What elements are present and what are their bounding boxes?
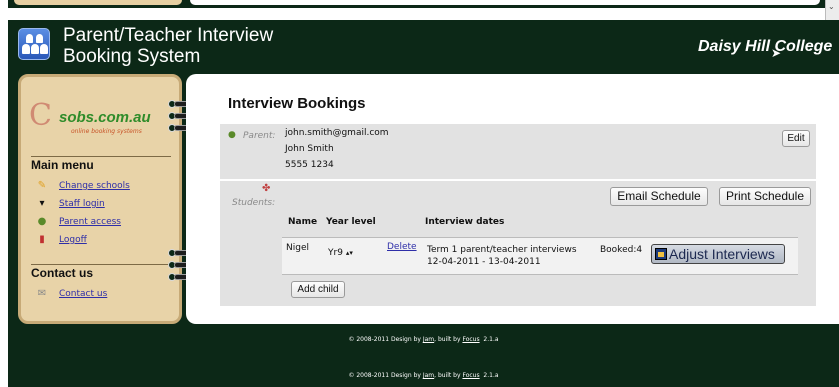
logoff-door-icon: ▮: [39, 234, 45, 245]
people-logo-icon: [18, 28, 50, 60]
footer-version: 2.1.a: [483, 372, 499, 379]
adjust-interviews-label: Adjust Interviews: [669, 246, 775, 262]
footer-prefix: © 2008-2011 Design by: [348, 336, 423, 343]
year-level-value: Yr9: [328, 248, 343, 258]
sidebar-item-label[interactable]: Logoff: [59, 235, 87, 245]
adjust-interviews-button[interactable]: Adjust Interviews: [651, 244, 785, 264]
mouse-cursor-icon: ➤: [771, 46, 782, 60]
footer-design-link[interactable]: Jam: [423, 372, 434, 379]
main-menu-heading: Main menu: [31, 158, 94, 172]
sidebar: C sobs.com.au online booking systems Mai…: [18, 74, 182, 324]
footer-built-link[interactable]: Focus: [462, 372, 479, 379]
column-header-name: Name: [288, 217, 318, 227]
footer-built-by-text: , built by: [434, 372, 463, 379]
column-header-interview-dates: Interview dates: [425, 217, 505, 227]
footer: © 2008-2011 Design by Jam, built by Focu…: [8, 336, 839, 343]
page-title: Interview Bookings: [228, 95, 366, 112]
graduation-cap-icon: ▾: [39, 198, 45, 209]
page-frame: Parent/Teacher Interview Booking System …: [8, 20, 839, 387]
parent-phone: 5555 1234: [285, 160, 334, 170]
sobs-logo-tagline: online booking systems: [71, 128, 142, 135]
footer-design-link[interactable]: Jam: [423, 336, 434, 343]
stepper-arrows-icon[interactable]: ▴▾: [346, 249, 353, 257]
delete-link[interactable]: Delete: [387, 242, 417, 252]
footer-version: 2.1.a: [483, 336, 499, 343]
interview-dates: 12-04-2011 - 13-04-2011: [427, 257, 541, 267]
sidebar-item-label[interactable]: Change schools: [59, 181, 130, 191]
students-label: Students:: [232, 198, 276, 208]
calendar-icon: [655, 248, 667, 260]
parent-name: John Smith: [285, 144, 334, 154]
college-name: Daisy Hill College: [698, 38, 833, 55]
previous-sidebar-edge: [14, 0, 182, 5]
footer-built-link[interactable]: Focus: [462, 336, 479, 343]
parent-section: ● Parent: john.smith@gmail.com John Smit…: [220, 124, 816, 179]
print-schedule-button[interactable]: Print Schedule: [719, 187, 811, 206]
year-level-select[interactable]: Yr9 ▴▾: [328, 248, 353, 258]
interview-name: Term 1 parent/teacher interviews: [427, 245, 577, 255]
divider: [31, 156, 171, 157]
sidebar-item-label[interactable]: Staff login: [59, 199, 105, 209]
scrollbar[interactable]: ⌄: [825, 0, 839, 20]
previous-page-edge: ⌄: [0, 0, 839, 20]
person-icon: ●: [37, 216, 47, 227]
sobs-logo[interactable]: C sobs.com.au online booking systems: [29, 101, 169, 141]
footer-duplicate: © 2008-2011 Design by Jam, built by Focu…: [8, 372, 839, 379]
students-section: ✤ Students: Email Schedule Print Schedul…: [220, 181, 816, 306]
footer-built-by-text: , built by: [434, 336, 463, 343]
previous-content-edge: [190, 0, 820, 5]
column-header-year-level: Year level: [326, 217, 376, 227]
parent-email: john.smith@gmail.com: [285, 128, 389, 138]
students-group-icon: ✤: [262, 183, 271, 194]
person-icon: ●: [228, 130, 236, 140]
sobs-logo-mark-icon: C: [29, 98, 52, 133]
add-child-button[interactable]: Add child: [291, 281, 345, 298]
content-panel: Interview Bookings ● Parent: john.smith@…: [186, 74, 839, 324]
footer-prefix: © 2008-2011 Design by: [348, 372, 423, 379]
sidebar-item-label[interactable]: Parent access: [59, 217, 121, 227]
booked-count: Booked:4: [600, 245, 643, 255]
scroll-down-arrow-icon[interactable]: ⌄: [828, 2, 835, 11]
contact-heading: Contact us: [31, 266, 94, 280]
envelope-icon: ✉: [37, 288, 47, 299]
sobs-logo-name: sobs.com.au: [59, 109, 151, 126]
app-title: Parent/Teacher Interview Booking System: [63, 25, 274, 67]
parent-label: Parent:: [243, 131, 276, 141]
student-name: Nigel: [286, 243, 309, 253]
edit-button[interactable]: Edit: [782, 130, 810, 147]
email-schedule-button[interactable]: Email Schedule: [610, 187, 708, 206]
divider: [31, 264, 171, 265]
sidebar-item-label[interactable]: Contact us: [59, 289, 107, 299]
pencil-icon: ✎: [37, 180, 47, 191]
